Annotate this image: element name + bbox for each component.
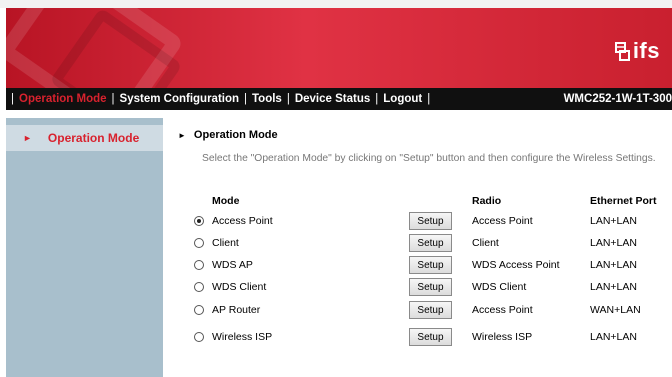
main-content: ► Operation Mode Select the "Operation M… — [170, 118, 672, 377]
mode-radio-wireless-isp[interactable] — [194, 332, 204, 342]
mode-label: Wireless ISP — [212, 331, 273, 343]
nav-separator: | — [427, 93, 431, 105]
nav-item-device-status[interactable]: Device Status — [295, 93, 370, 105]
triangle-right-icon: ► — [178, 130, 186, 140]
sidebar-item-operation-mode[interactable]: ► Operation Mode — [6, 125, 163, 151]
table-row: Client Setup Client LAN+LAN — [170, 234, 672, 254]
nav-separator: | — [244, 93, 248, 105]
logo-glyph-icon — [614, 42, 630, 61]
nav-item-system-configuration[interactable]: System Configuration — [120, 93, 239, 105]
radio-value: WDS Client — [472, 281, 527, 293]
top-strip — [0, 0, 672, 8]
mode-label: WDS Client — [212, 281, 267, 293]
mode-label: Client — [212, 237, 239, 249]
table-row: Wireless ISP Setup Wireless ISP LAN+LAN — [170, 328, 672, 348]
mode-radio-ap-router[interactable] — [194, 305, 204, 315]
mode-radio-access-point[interactable] — [194, 216, 204, 226]
setup-button[interactable]: Setup — [409, 328, 452, 346]
setup-button[interactable]: Setup — [409, 278, 452, 296]
header-banner: ifs — [6, 8, 672, 88]
description: Select the "Operation Mode" by clicking … — [202, 153, 656, 164]
table-row: Access Point Setup Access Point LAN+LAN — [170, 212, 672, 232]
nav-item-operation-mode[interactable]: Operation Mode — [19, 93, 107, 105]
mode-radio-client[interactable] — [194, 238, 204, 248]
ethernet-port-value: LAN+LAN — [590, 259, 637, 271]
ethernet-port-value: LAN+LAN — [590, 215, 637, 227]
mode-label: WDS AP — [212, 259, 253, 271]
header-ethernet-port: Ethernet Port — [590, 195, 657, 207]
radio-value: Access Point — [472, 304, 533, 316]
header-radio: Radio — [472, 195, 502, 207]
setup-button[interactable]: Setup — [409, 212, 452, 230]
nav-separator: | — [375, 93, 379, 105]
logo-text: ifs — [632, 38, 660, 63]
nav-item-tools[interactable]: Tools — [252, 93, 282, 105]
top-navigation: | Operation Mode | System Configuration … — [6, 88, 672, 110]
mode-radio-wds-client[interactable] — [194, 282, 204, 292]
section-title: ► Operation Mode — [178, 129, 278, 141]
setup-button[interactable]: Setup — [409, 301, 452, 319]
table-row: AP Router Setup Access Point WAN+LAN — [170, 301, 672, 321]
nav-separator: | — [286, 93, 290, 105]
header-mode: Mode — [212, 195, 240, 207]
triangle-right-icon: ► — [23, 133, 32, 143]
nav-separator: | — [11, 93, 14, 105]
ethernet-port-value: LAN+LAN — [590, 281, 637, 293]
nav-separator: | — [111, 93, 115, 105]
sidebar-item-label: Operation Mode — [47, 131, 140, 145]
table-row: WDS AP Setup WDS Access Point LAN+LAN — [170, 256, 672, 276]
table-row: WDS Client Setup WDS Client LAN+LAN — [170, 278, 672, 298]
ethernet-port-value: LAN+LAN — [590, 237, 637, 249]
ethernet-port-value: WAN+LAN — [590, 304, 641, 316]
ifs-logo: ifs — [614, 38, 660, 63]
radio-value: Access Point — [472, 215, 533, 227]
radio-value: Client — [472, 237, 499, 249]
ethernet-port-value: LAN+LAN — [590, 331, 637, 343]
nav-item-logout[interactable]: Logout — [383, 93, 422, 105]
mode-label: Access Point — [212, 215, 273, 227]
setup-button[interactable]: Setup — [409, 256, 452, 274]
sidebar: ► Operation Mode — [6, 118, 163, 377]
radio-value: Wireless ISP — [472, 331, 533, 343]
mode-radio-wds-ap[interactable] — [194, 260, 204, 270]
radio-value: WDS Access Point — [472, 259, 560, 271]
setup-button[interactable]: Setup — [409, 234, 452, 252]
mode-label: AP Router — [212, 304, 261, 316]
device-model: WMC252-1W-1T-300 — [563, 93, 672, 105]
page-title: Operation Mode — [193, 129, 278, 141]
